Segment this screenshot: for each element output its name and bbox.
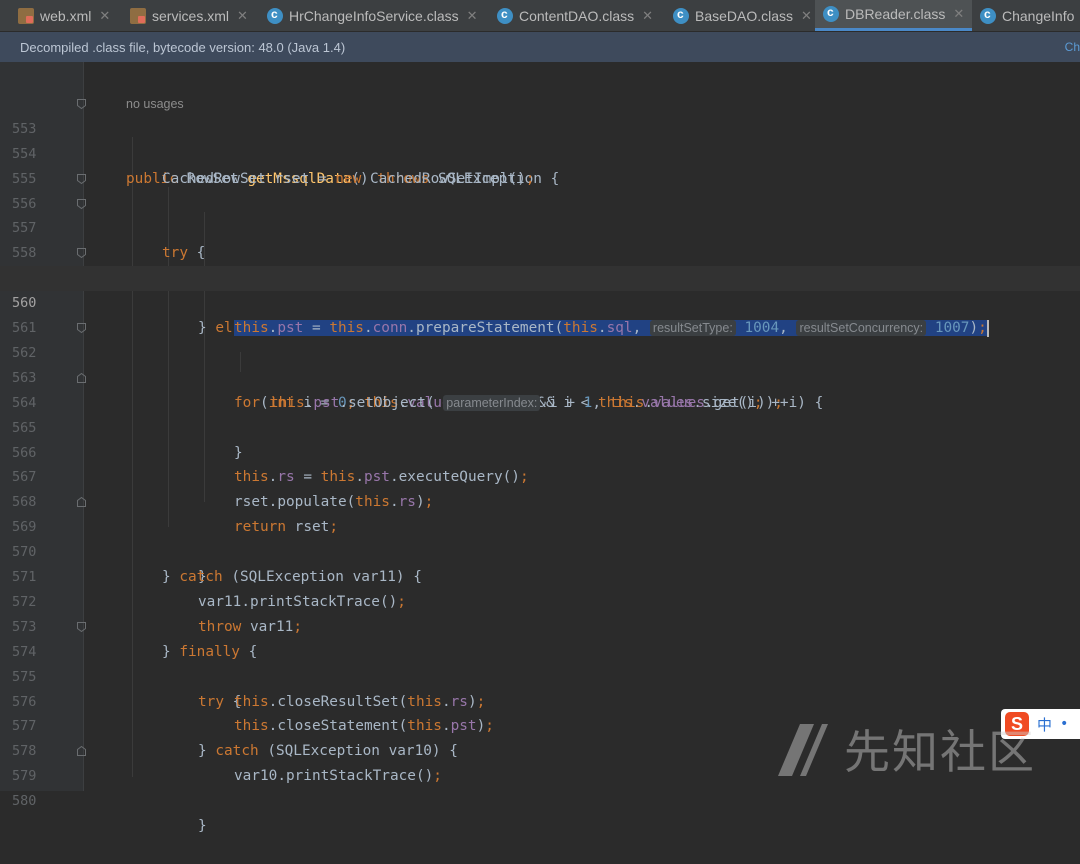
tab-services-xml[interactable]: services.xml ✕	[130, 0, 248, 31]
code-text: }	[198, 818, 207, 835]
input-mode-indicator[interactable]: 中	[1037, 714, 1052, 735]
code-line: 566 this.rs = this.pst.executeQuery();	[0, 416, 1080, 486]
code-line: 571 var11.printStackTrace();	[0, 540, 1080, 610]
xml-file-icon	[18, 7, 34, 24]
class-file-icon	[980, 7, 996, 24]
fold-arrow-icon[interactable]	[77, 248, 86, 259]
watermark-logo-icon	[778, 724, 828, 776]
code-line: 572 throw var11;	[0, 565, 1080, 635]
code-line: 564 }	[0, 366, 1080, 461]
code-line: 553 public RowSet getMssqlData() throws …	[0, 92, 1080, 187]
class-file-icon	[673, 7, 689, 24]
tab-label: DBReader.class	[845, 6, 946, 22]
code-line: 567 rset.populate(this.rs);	[0, 441, 1080, 510]
no-usages-line: no usages	[0, 67, 1080, 111]
fold-arrow-icon[interactable]	[77, 746, 86, 757]
fold-arrow-icon[interactable]	[77, 372, 86, 383]
current-code-line: 560 this.pst = this.conn.prepareStatemen…	[0, 266, 1080, 337]
fold-arrow-icon[interactable]	[77, 621, 86, 632]
tab-label: ContentDAO.class	[519, 7, 635, 24]
xml-file-icon	[130, 7, 146, 24]
code-line: 558 throw new SQLException("与数据库的连接已经被关闭…	[0, 216, 1080, 286]
tab-basedao[interactable]: BaseDAO.class ✕	[673, 0, 812, 31]
decompiled-banner: Decompiled .class file, bytecode version…	[0, 32, 1080, 62]
fold-arrow-icon[interactable]	[77, 98, 86, 109]
tab-web-xml[interactable]: web.xml ✕	[18, 0, 110, 31]
code-line: 556 try {	[0, 167, 1080, 261]
tab-label: HrChangeInfoService.class	[289, 7, 459, 24]
code-line: 576 this.closeStatement(this.pst);	[0, 665, 1080, 735]
tab-hrchangeinfoservice[interactable]: HrChangeInfoService.class ✕	[267, 0, 478, 31]
close-icon[interactable]: ✕	[801, 8, 812, 24]
code-line: 562 for(int i = 0; this.values != null &…	[0, 316, 1080, 411]
watermark: 先知社区	[770, 716, 1036, 782]
class-file-icon	[497, 7, 513, 24]
fold-arrow-icon[interactable]	[77, 497, 86, 508]
close-icon[interactable]: ✕	[953, 6, 964, 22]
fold-arrow-icon[interactable]	[77, 323, 86, 333]
code-line: 555	[0, 142, 1080, 187]
line-number: 580	[12, 793, 37, 810]
tab-dbreader[interactable]: DBReader.class ✕	[815, 0, 973, 31]
code-line: 570 } catch (SQLException var11) {	[0, 515, 1080, 585]
editor-tab-bar: web.xml ✕ services.xml ✕ HrChangeInfoSer…	[0, 0, 1080, 32]
tab-label: ChangeInfo	[1002, 7, 1075, 24]
code-line: 559 } else {	[0, 241, 1080, 336]
code-line: 563 this.pst.setObject( parameterIndex: …	[0, 341, 1080, 411]
code-line: 573 } finally {	[0, 590, 1080, 660]
code-line: 557 if (this.conn == null || this.conn.i…	[0, 192, 1080, 286]
close-icon[interactable]: ✕	[467, 8, 478, 24]
code-line: 561	[0, 291, 1080, 336]
code-line: 574 try {	[0, 615, 1080, 710]
tab-label: BaseDAO.class	[695, 7, 794, 24]
tab-changeinfo[interactable]: ChangeInfo	[980, 0, 1074, 31]
code-editor[interactable]: no usages 553 public RowSet getMssqlData…	[0, 62, 1080, 834]
close-icon[interactable]: ✕	[99, 8, 110, 24]
watermark-text: 先知社区	[844, 725, 1036, 779]
code-line: 575 this.closeResultSet(this.rs);	[0, 640, 1080, 710]
class-file-icon	[267, 7, 283, 24]
fold-arrow-icon[interactable]	[77, 173, 86, 184]
tab-label: services.xml	[152, 7, 230, 24]
tab-label: web.xml	[40, 7, 92, 24]
punctuation-indicator[interactable]: •	[1060, 716, 1068, 732]
code-line: 577 } catch (SQLException var10) {	[0, 690, 1080, 759]
fold-arrow-icon[interactable]	[77, 198, 86, 209]
banner-text: Decompiled .class file, bytecode version…	[20, 39, 346, 55]
close-icon[interactable]: ✕	[237, 8, 248, 24]
choose-sources-link[interactable]: Ch	[1065, 40, 1080, 54]
code-line: 554 CachedRowSet rset = new CachedRowSet…	[0, 117, 1080, 187]
code-line: 569 }	[0, 490, 1080, 585]
close-icon[interactable]: ✕	[642, 8, 653, 24]
class-file-icon	[823, 5, 839, 22]
tab-contentdao[interactable]: ContentDAO.class ✕	[497, 0, 653, 31]
code-line: 568 return rset;	[0, 465, 1080, 535]
code-line: 565	[0, 391, 1080, 436]
